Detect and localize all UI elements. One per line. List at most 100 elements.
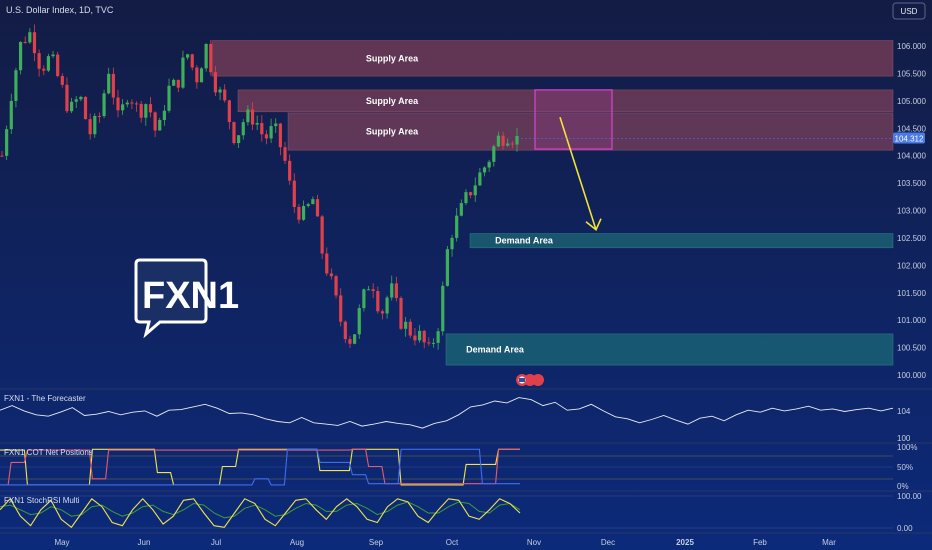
candle <box>394 283 398 298</box>
candle <box>125 102 129 105</box>
candle <box>241 122 245 136</box>
candle <box>408 321 412 336</box>
candle <box>162 110 166 121</box>
time-tick: May <box>54 538 69 547</box>
candle <box>130 102 134 104</box>
candle <box>399 297 403 329</box>
candle <box>455 215 459 238</box>
candle <box>18 41 23 71</box>
candle <box>79 96 83 100</box>
candle <box>376 291 380 312</box>
price-tick: 105.000 <box>897 97 926 106</box>
candle <box>223 89 227 101</box>
candle <box>32 32 37 54</box>
candle <box>28 32 32 43</box>
supply-zone-label: Supply Area <box>366 96 419 106</box>
cot-tick-100: 100% <box>897 443 917 452</box>
candle <box>492 146 496 162</box>
candle <box>278 123 282 148</box>
candle <box>506 143 510 146</box>
price-tick: 104.500 <box>897 124 926 133</box>
candle <box>487 161 491 168</box>
candle <box>478 172 482 186</box>
candle <box>5 129 9 156</box>
candle <box>51 54 55 57</box>
candle <box>246 109 250 123</box>
candle <box>441 285 445 332</box>
candle <box>185 54 190 58</box>
demand-zone-label: Demand Area <box>495 236 554 246</box>
candle <box>306 204 310 206</box>
demand-zone-label: Demand Area <box>466 345 525 355</box>
time-tick: Aug <box>290 538 304 547</box>
forecaster-tick-104: 104 <box>897 407 911 416</box>
time-tick: Dec <box>601 538 615 547</box>
last-price-value: 104.312 <box>895 135 924 144</box>
candle <box>422 330 426 343</box>
candle <box>357 308 361 335</box>
candle <box>380 311 385 314</box>
candle <box>93 115 97 135</box>
candle <box>111 73 115 98</box>
candle <box>213 72 218 93</box>
candle <box>459 203 463 216</box>
candle <box>417 330 422 341</box>
candle <box>134 103 139 105</box>
forecaster-tick-100: 100 <box>897 434 911 443</box>
candle <box>250 109 255 125</box>
supply-zone-label: Supply Area <box>366 127 419 137</box>
supply-zone-label: Supply Area <box>366 53 419 63</box>
currency-label: USD <box>901 7 918 16</box>
candle <box>315 199 320 217</box>
candle <box>218 89 222 93</box>
candle <box>297 206 301 220</box>
symbol-title: U.S. Dollar Index, 1D, TVC <box>6 5 114 15</box>
candle <box>204 43 208 69</box>
candle <box>427 342 431 344</box>
candle <box>199 68 204 83</box>
candle <box>181 57 185 88</box>
candle <box>339 295 343 322</box>
stochrsi-tick-0: 0.00 <box>897 524 913 533</box>
stochrsi-tick-100: 100.00 <box>897 492 922 501</box>
candle <box>102 93 106 117</box>
candle <box>311 199 315 205</box>
price-tick: 105.500 <box>897 69 926 78</box>
events-marker[interactable] <box>516 374 544 386</box>
candle <box>482 167 487 173</box>
time-tick: Sep <box>369 538 384 547</box>
price-tick: 103.000 <box>897 207 926 216</box>
candle <box>121 104 125 111</box>
price-tick: 103.500 <box>897 179 926 188</box>
price-tick: 102.000 <box>897 261 926 270</box>
candle <box>413 335 417 341</box>
candle <box>9 100 13 130</box>
candle <box>167 85 171 111</box>
price-tick: 100.500 <box>897 344 926 353</box>
price-tick: 106.000 <box>897 42 926 51</box>
candle <box>232 122 236 144</box>
candle <box>469 192 473 196</box>
candle <box>60 76 64 85</box>
candle <box>176 79 180 88</box>
candle <box>450 237 454 250</box>
candle <box>464 192 468 204</box>
candle <box>46 56 50 71</box>
candle <box>334 276 338 296</box>
price-tick: 100.000 <box>897 371 926 380</box>
candle <box>227 100 231 123</box>
candle <box>23 41 27 43</box>
candle <box>158 120 162 131</box>
candle <box>264 134 269 139</box>
candle <box>190 54 194 68</box>
candle <box>209 43 213 73</box>
candle <box>83 96 88 120</box>
candle <box>404 321 408 329</box>
cot-tick-50: 50% <box>897 463 913 472</box>
candle <box>320 216 324 254</box>
time-tick: 2025 <box>676 538 694 547</box>
candle <box>144 104 148 118</box>
candle <box>260 123 264 135</box>
candle <box>56 54 60 77</box>
time-tick: Oct <box>446 538 459 547</box>
